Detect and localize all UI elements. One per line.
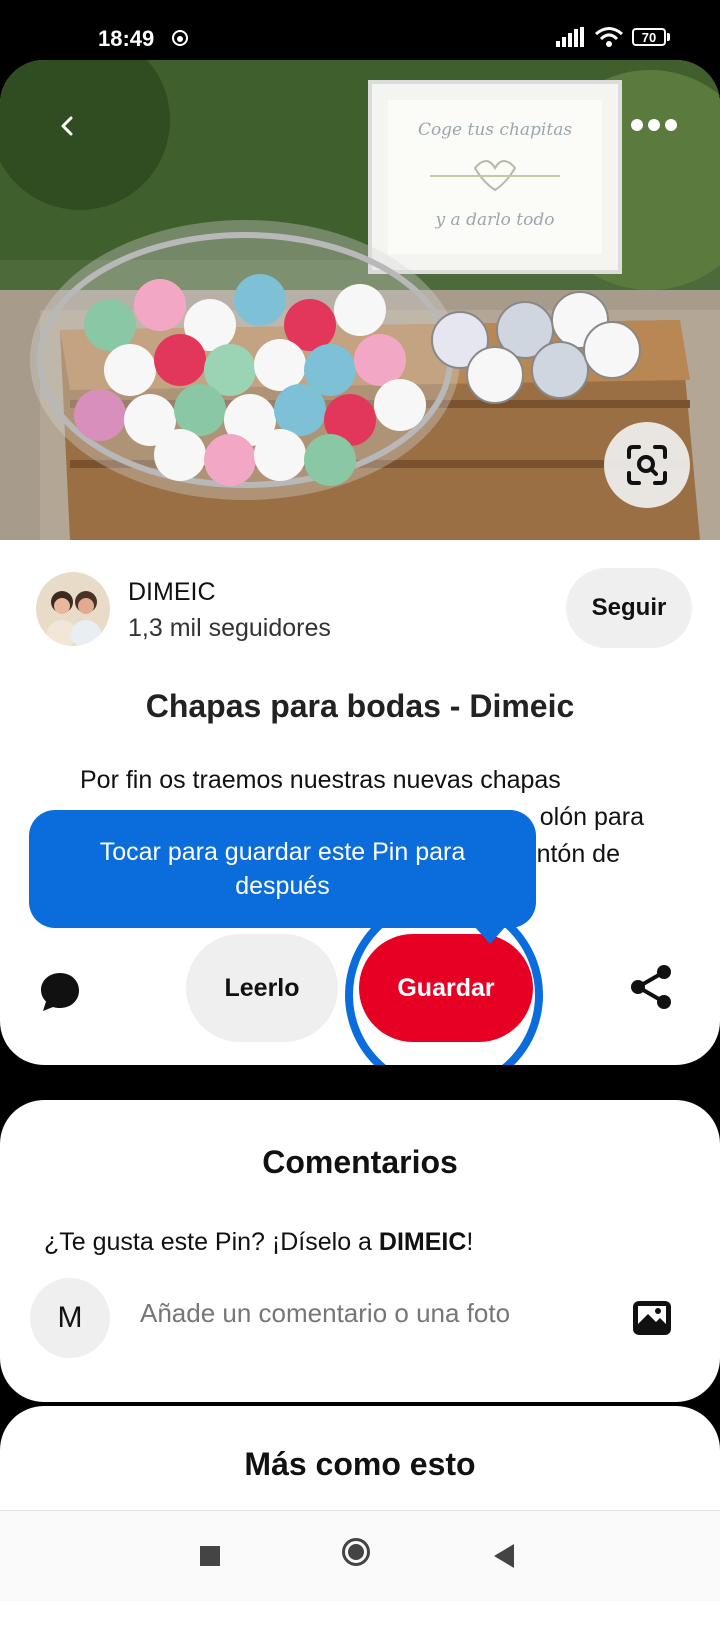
comments-prompt-name: DIMEIC	[378, 1228, 467, 1256]
back-button[interactable]	[46, 104, 90, 148]
comments-prompt-suffix: !	[466, 1228, 474, 1256]
image-sign-text-1: Coge tus chapitas	[418, 120, 572, 140]
chevron-left-icon	[61, 116, 73, 136]
system-nav-bar	[0, 1510, 720, 1601]
creator-row: DIMEIC 1,3 mil seguidores Seguir	[36, 568, 692, 648]
comment-input-row: M Añade un comentario o una foto	[30, 1278, 690, 1358]
comments-title: Comentarios	[262, 1144, 458, 1180]
comments-prompt: ¿Te gusta este Pin? ¡Díselo a DIMEIC!	[44, 1228, 473, 1257]
image-sign-text-2: y a darlo todo	[435, 210, 555, 230]
wifi-icon	[595, 27, 623, 47]
lens-search-icon	[627, 445, 667, 485]
battery-icon: 70	[632, 28, 670, 46]
battery-level: 70	[632, 28, 666, 46]
home-circle-icon[interactable]	[342, 1538, 370, 1566]
visual-search-button[interactable]	[604, 422, 690, 508]
comment-input[interactable]: Añade un comentario o una foto	[140, 1298, 510, 1329]
notification-icon	[172, 30, 188, 46]
back-triangle-icon[interactable]	[494, 1544, 514, 1568]
save-tooltip[interactable]: Tocar para guardar este Pin para después	[29, 810, 536, 928]
share-icon[interactable]	[628, 964, 674, 1010]
more-dots-icon	[631, 119, 677, 131]
pin-description-line1: Por fin os traemos nuestras nuevas chapa…	[80, 766, 561, 794]
status-icons: 70	[556, 26, 670, 48]
comment-icon[interactable]	[38, 970, 82, 1014]
read-button[interactable]: Leerlo	[186, 934, 338, 1042]
creator-followers: 1,3 mil seguidores	[128, 614, 331, 642]
user-avatar: M	[30, 1278, 110, 1358]
action-bar: Leerlo Guardar	[0, 896, 720, 1065]
status-bar: 18:49 70	[0, 0, 720, 60]
recents-square-icon[interactable]	[200, 1546, 220, 1566]
save-tooltip-pointer	[474, 926, 506, 944]
comments-section: Comentarios ¿Te gusta este Pin? ¡Díselo …	[0, 1100, 720, 1402]
more-options-button[interactable]	[624, 108, 684, 142]
add-photo-icon[interactable]	[630, 1296, 674, 1340]
creator-avatar[interactable]	[36, 572, 110, 646]
pin-title: Chapas para bodas - Dimeic	[145, 688, 575, 724]
comments-prompt-prefix: ¿Te gusta este Pin? ¡Díselo a	[44, 1228, 379, 1256]
save-button[interactable]: Guardar	[359, 934, 533, 1042]
more-like-this-title: Más como esto	[244, 1446, 476, 1482]
save-tooltip-text: Tocar para guardar este Pin para después	[99, 838, 466, 900]
creator-name[interactable]: DIMEIC	[128, 578, 216, 607]
signal-icon	[556, 27, 584, 47]
follow-button[interactable]: Seguir	[566, 568, 692, 648]
status-time: 18:49	[98, 26, 155, 51]
